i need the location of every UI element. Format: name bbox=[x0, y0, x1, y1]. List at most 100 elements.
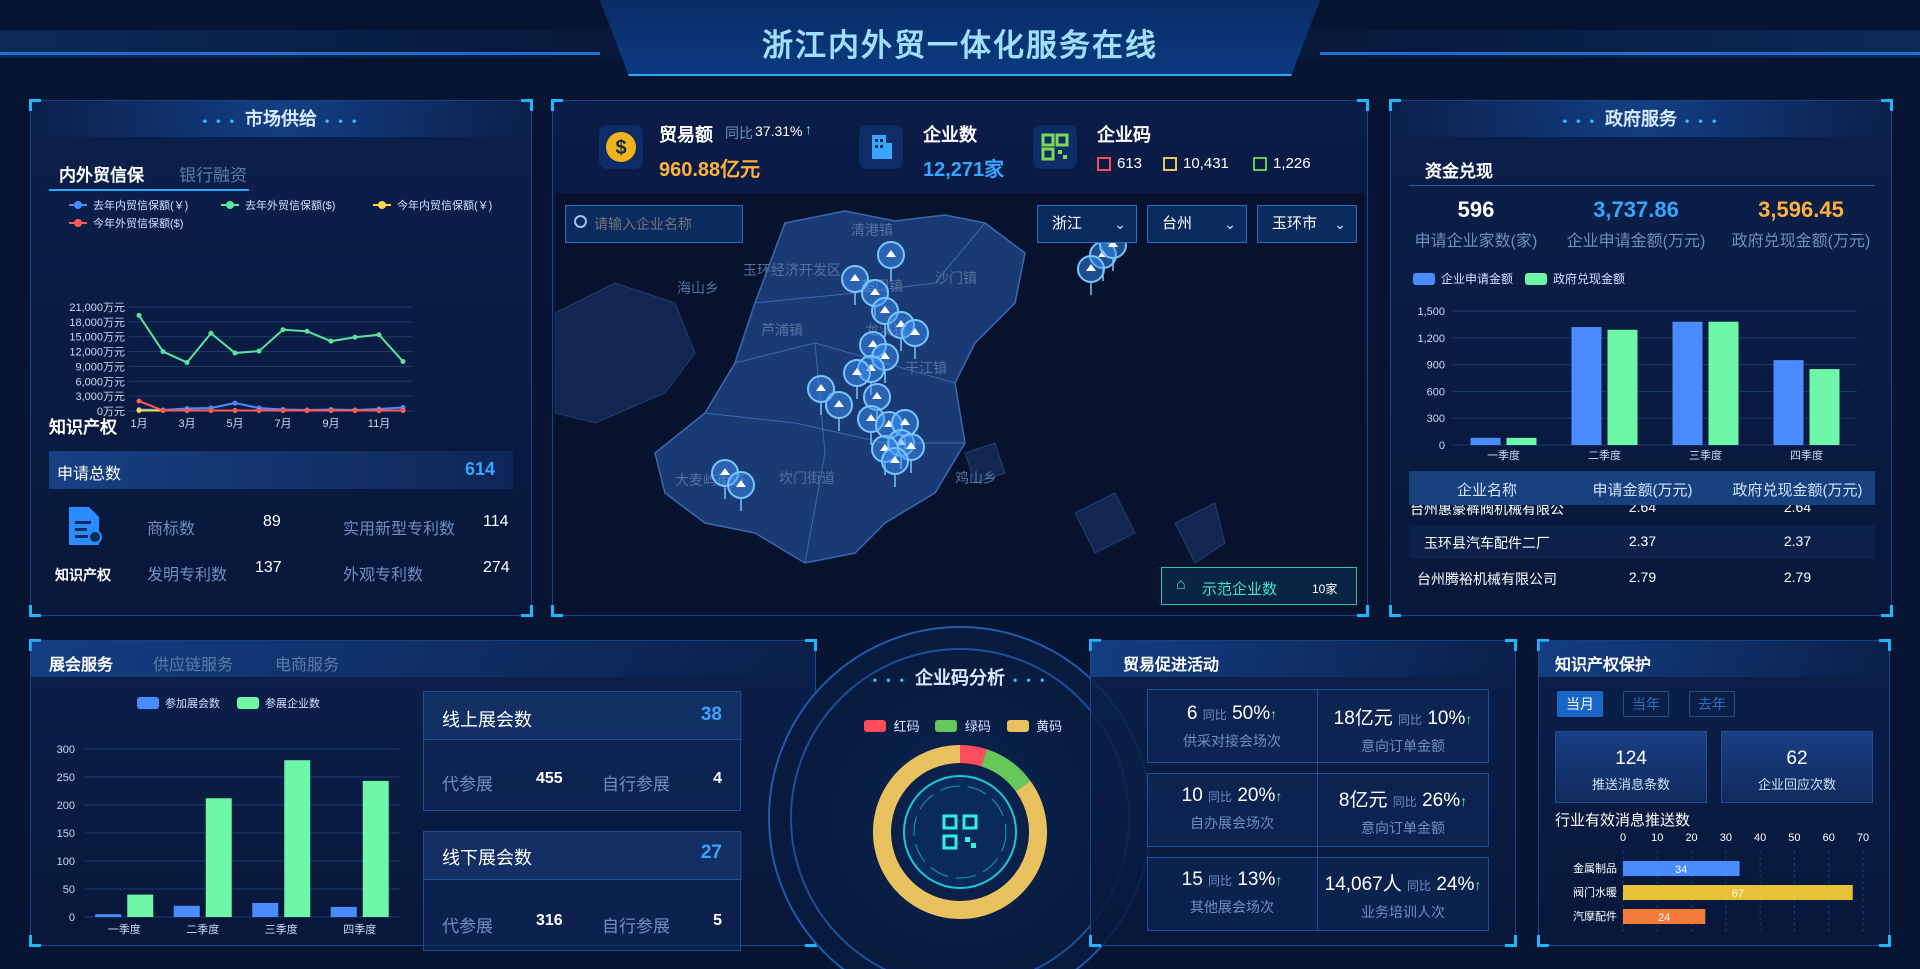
utility-patent-label: 实用新型专利数 bbox=[343, 521, 456, 538]
ip-protection-title: 知识产权保护 bbox=[1555, 657, 1652, 674]
data-point bbox=[232, 408, 238, 414]
document-icon bbox=[69, 507, 102, 545]
data-point bbox=[328, 408, 334, 414]
data-point bbox=[208, 330, 214, 336]
header: 浙江内外贸一体化服务在线 bbox=[0, 0, 1920, 82]
tab-last-year[interactable]: 去年 bbox=[1689, 691, 1735, 717]
data-point bbox=[256, 348, 262, 354]
legend-label: 政府兑现金额 bbox=[1553, 271, 1625, 286]
series-line bbox=[138, 402, 404, 412]
data-point bbox=[376, 408, 382, 414]
y-tick-label: 阀门水暖 bbox=[1573, 885, 1617, 899]
tab-bank-financing[interactable]: 银行融资 bbox=[179, 161, 247, 186]
table-row[interactable]: 玉环县汽车配件二厂 2.37 2.37 bbox=[1409, 525, 1875, 559]
x-tick-label: 0 bbox=[1620, 832, 1626, 844]
enterprise-search[interactable] bbox=[565, 205, 743, 243]
bar bbox=[173, 905, 200, 917]
chevron-down-icon: ⌄ bbox=[1224, 216, 1236, 232]
bar bbox=[127, 894, 154, 917]
data-point bbox=[280, 327, 286, 333]
province-select-value: 浙江 bbox=[1052, 215, 1083, 232]
tab-ecommerce[interactable]: 电商服务 bbox=[275, 651, 339, 675]
y-tick-label: 汽摩配件 bbox=[1573, 909, 1617, 923]
push-count-value: 124 bbox=[1615, 748, 1647, 769]
search-input[interactable] bbox=[594, 214, 738, 234]
utility-patent-value: 114 bbox=[483, 513, 509, 530]
data-point bbox=[328, 338, 334, 344]
province-select[interactable]: 浙江 ⌄ bbox=[1037, 205, 1137, 243]
online-self-label: 自行参展 bbox=[602, 775, 670, 794]
data-point bbox=[136, 398, 142, 404]
offline-agent-value: 316 bbox=[536, 912, 563, 929]
bar bbox=[1773, 360, 1804, 445]
data-point bbox=[232, 400, 238, 406]
enterprise-label: 企业数 bbox=[923, 125, 977, 145]
table-cell: 2.79 bbox=[1783, 569, 1812, 585]
promo-cell[interactable]: 6 同比 50%↑ 供采对接会场次 bbox=[1147, 689, 1317, 763]
tab-exhibition[interactable]: 展会服务 bbox=[49, 651, 113, 675]
promo-cell[interactable]: 10 同比 20%↑ 自办展会场次 bbox=[1147, 773, 1317, 847]
x-tick-label: 40 bbox=[1754, 832, 1766, 844]
yellow-qr-count: 10,431 bbox=[1183, 155, 1229, 172]
tab-domestic-foreign-insurance[interactable]: 内外贸信保 bbox=[59, 161, 144, 186]
bar bbox=[330, 906, 357, 917]
ip-icon-label: 知识产权 bbox=[55, 567, 111, 583]
gov-service-panel: • • • 政府服务 • • • 资金兑现 596 3,737.86 3,596.4… bbox=[1389, 99, 1893, 617]
trade-promo-panel: 贸易促进活动 6 同比 50%↑ 供采对接会场次 18亿元 同比 10%↑ 意向… bbox=[1089, 639, 1517, 947]
online-agent-value: 455 bbox=[536, 770, 563, 787]
online-card[interactable]: 线上展会数 38 代参展 455 自行参展 4 bbox=[423, 691, 742, 811]
data-point bbox=[232, 350, 238, 356]
promo-cell[interactable]: 18亿元 同比 10%↑ 意向订单金额 bbox=[1317, 689, 1489, 763]
data-point bbox=[304, 408, 310, 414]
legend-swatch bbox=[237, 697, 259, 709]
page-title: 浙江内外贸一体化服务在线 bbox=[762, 28, 1158, 63]
promo-grid: 6 同比 50%↑ 供采对接会场次 18亿元 同比 10%↑ 意向订单金额 10… bbox=[1147, 689, 1489, 933]
data-label: 67 bbox=[1732, 888, 1744, 900]
table-row[interactable]: 台州惠豪裤阀机械有限公 2.64 2.64 bbox=[1409, 505, 1875, 519]
promo-cell[interactable]: 8亿元 同比 26%↑ 意向订单金额 bbox=[1317, 773, 1489, 847]
qr-scan-icon bbox=[942, 814, 978, 850]
tab-this-month[interactable]: 当月 bbox=[1557, 691, 1603, 717]
table-cell: 2.64 bbox=[1783, 505, 1812, 515]
tab-supply-chain[interactable]: 供应链服务 bbox=[153, 651, 233, 675]
center-map-panel: $ 贸易额 同比 37.31% ↑ 960.88亿元 企业数 12,271家 企… bbox=[551, 99, 1369, 617]
table-cell: 2.37 bbox=[1628, 533, 1657, 549]
arrow-up-icon: ↑ bbox=[805, 121, 812, 137]
promo-cell[interactable]: 15 同比 13%↑ 其他展会场次 bbox=[1147, 857, 1317, 931]
map-area[interactable]: 清港镇 玉环经济开发区 海山乡 楚门镇 沙门镇 芦浦镇 龙溪镇 干江镇 大麦屿街… bbox=[555, 193, 1365, 613]
bar bbox=[1708, 321, 1739, 445]
data-point bbox=[208, 408, 214, 414]
ip-section-title: 知识产权 bbox=[49, 418, 117, 437]
x-tick-label: 三季度 bbox=[265, 922, 298, 936]
county-select[interactable]: 玉环市 ⌄ bbox=[1257, 205, 1357, 243]
apply-amount-value: 3,737.86 bbox=[1593, 197, 1679, 222]
trademark-value: 89 bbox=[263, 513, 281, 530]
apply-amount-label: 企业申请金额(万元) bbox=[1566, 233, 1706, 250]
bar bbox=[1672, 321, 1703, 445]
data-point bbox=[160, 349, 166, 355]
x-tick-label: 一季度 bbox=[1487, 448, 1520, 462]
tab-this-year[interactable]: 当年 bbox=[1623, 691, 1669, 717]
legend-label: 今年外贸信保额($) bbox=[93, 216, 183, 230]
search-icon bbox=[574, 215, 587, 228]
donut-slice bbox=[980, 749, 1031, 792]
gov-service-title: • • • 政府服务 • • • bbox=[1391, 101, 1891, 137]
fund-section-title: 资金兑现 bbox=[1425, 162, 1493, 181]
arrow-up-icon: ↑ bbox=[1270, 706, 1278, 722]
x-tick-label: 50 bbox=[1788, 832, 1800, 844]
demo-enterprise-legend[interactable]: ⌂ 示范企业数 10家 bbox=[1161, 567, 1357, 605]
header-line-right bbox=[1320, 52, 1920, 55]
market-supply-title: • • • 市场供给 • • • bbox=[31, 101, 531, 137]
x-tick-label: 一季度 bbox=[108, 922, 141, 936]
city-select[interactable]: 台州 ⌄ bbox=[1147, 205, 1247, 243]
green-legend-label: 绿码 bbox=[964, 719, 991, 734]
legend-swatch bbox=[1525, 273, 1547, 285]
offline-card[interactable]: 线下展会数 27 代参展 316 自行参展 5 bbox=[423, 831, 742, 951]
data-point bbox=[352, 408, 358, 414]
y-tick-label: 21,000万元 bbox=[69, 302, 125, 314]
offline-value: 27 bbox=[700, 842, 722, 863]
arrow-up-icon: ↑ bbox=[1460, 793, 1468, 809]
table-row[interactable]: 台州腾裕机械有限公司 2.79 2.79 bbox=[1409, 561, 1875, 595]
promo-cell[interactable]: 14,067人 同比 24%↑ 业务培训人次 bbox=[1317, 857, 1489, 931]
fund-table: 企业名称 申请金额(万元) 政府兑现金额(万元) 台州惠豪裤阀机械有限公 2.6… bbox=[1409, 471, 1875, 611]
